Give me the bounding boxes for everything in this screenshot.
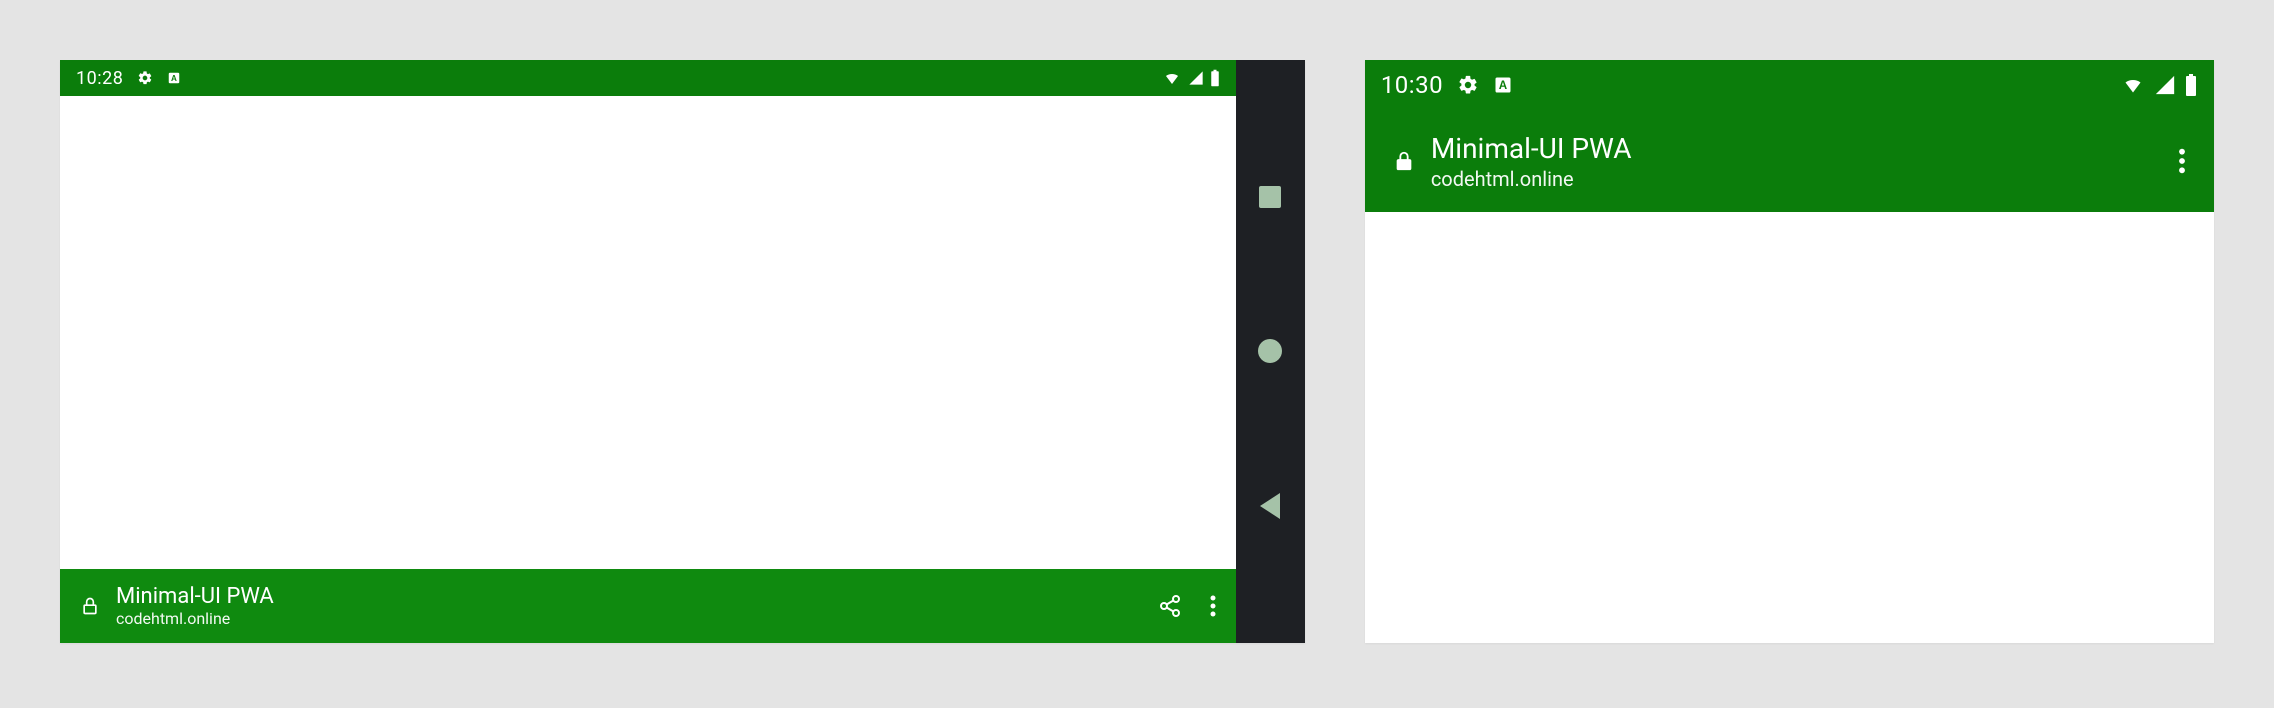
app-info: Minimal-UI PWA codehtml.online bbox=[116, 584, 274, 628]
nav-recents-button[interactable] bbox=[1256, 183, 1284, 211]
gear-icon bbox=[137, 70, 153, 86]
screen-left: 10:28 A bbox=[60, 60, 1236, 643]
signal-icon bbox=[2154, 74, 2176, 96]
svg-text:A: A bbox=[1499, 79, 1508, 92]
lock-icon bbox=[1393, 147, 1415, 175]
status-right bbox=[1162, 69, 1220, 87]
lock-icon bbox=[80, 594, 100, 618]
signal-icon bbox=[1188, 70, 1204, 86]
wifi-icon bbox=[1162, 70, 1182, 86]
status-time: 10:30 bbox=[1381, 71, 1443, 99]
gear-icon bbox=[1457, 74, 1479, 96]
app-badge-icon: A bbox=[1493, 75, 1513, 95]
app-actions bbox=[2178, 147, 2186, 175]
svg-text:A: A bbox=[171, 74, 177, 83]
content-area bbox=[1365, 212, 2214, 643]
nav-home-button[interactable] bbox=[1256, 337, 1284, 365]
app-actions bbox=[1158, 594, 1216, 618]
app-bar: Minimal-UI PWA codehtml.online bbox=[1365, 110, 2214, 212]
app-title: Minimal-UI PWA bbox=[116, 584, 274, 609]
battery-icon bbox=[2184, 73, 2198, 97]
status-bar: 10:30 A bbox=[1365, 60, 2214, 110]
app-info: Minimal-UI PWA codehtml.online bbox=[1431, 132, 1632, 191]
more-icon[interactable] bbox=[1210, 594, 1216, 618]
content-area bbox=[60, 96, 1236, 569]
wifi-icon bbox=[2120, 75, 2146, 95]
app-title: Minimal-UI PWA bbox=[1431, 132, 1632, 165]
status-right bbox=[2120, 73, 2198, 97]
more-icon[interactable] bbox=[2178, 147, 2186, 175]
screen-right: 10:30 A bbox=[1365, 60, 2214, 643]
status-left: 10:30 A bbox=[1381, 71, 1513, 99]
share-icon[interactable] bbox=[1158, 594, 1182, 618]
battery-icon bbox=[1210, 69, 1220, 87]
app-badge-icon: A bbox=[167, 71, 181, 85]
status-left: 10:28 A bbox=[76, 68, 181, 89]
app-domain: codehtml.online bbox=[1431, 167, 1632, 191]
status-time: 10:28 bbox=[76, 68, 123, 89]
status-bar: 10:28 A bbox=[60, 60, 1236, 96]
nav-back-button[interactable] bbox=[1256, 492, 1284, 520]
device-landscape: 10:28 A bbox=[60, 60, 1305, 643]
app-domain: codehtml.online bbox=[116, 609, 274, 628]
device-portrait-top: 10:30 A bbox=[1365, 60, 2214, 643]
app-bar: Minimal-UI PWA codehtml.online bbox=[60, 569, 1236, 643]
navigation-bar bbox=[1236, 60, 1305, 643]
